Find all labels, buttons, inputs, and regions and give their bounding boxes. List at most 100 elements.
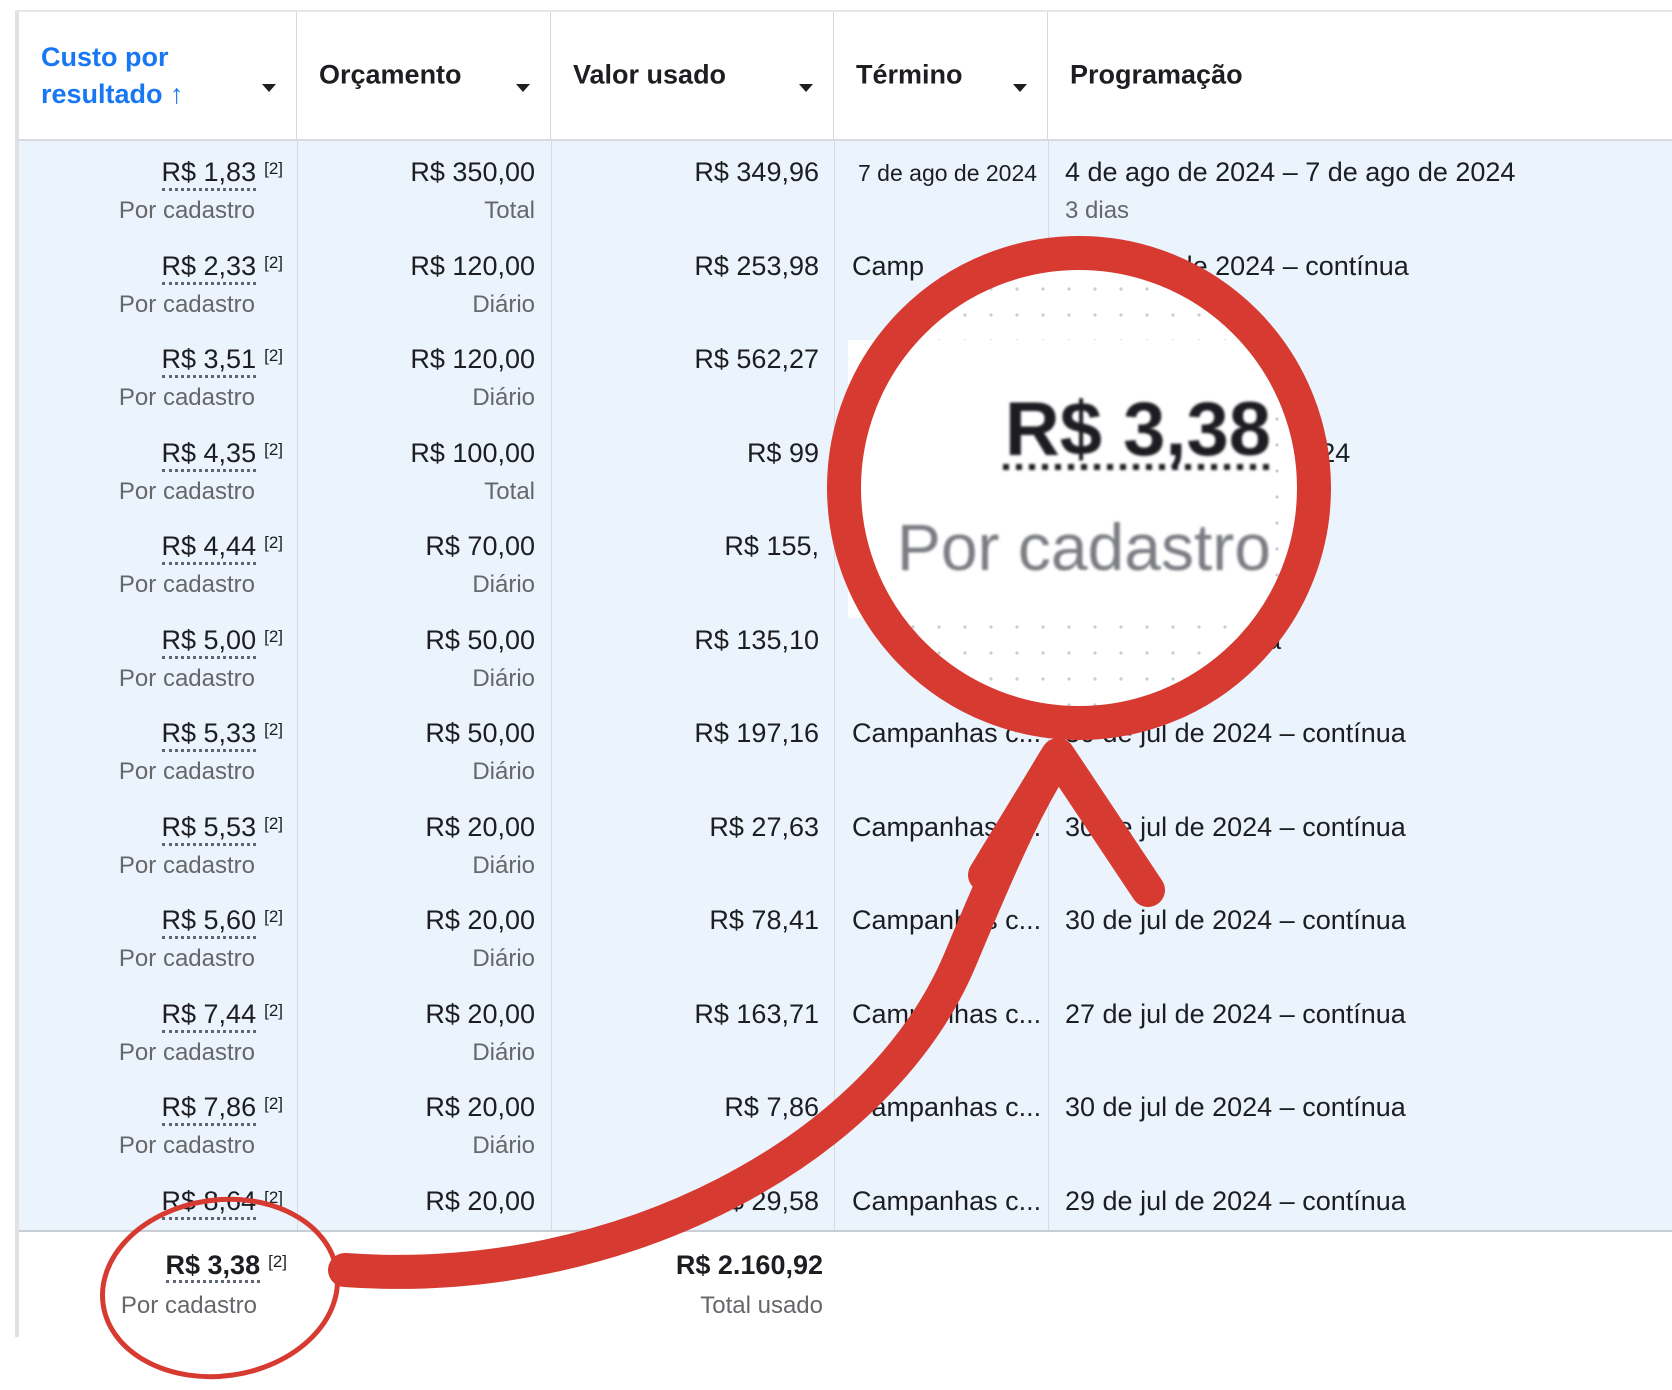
schedule-value: e 2024 – contínua xyxy=(1065,344,1282,374)
budget-type: Diário xyxy=(472,384,535,411)
schedule-cell: e 2024 – contínua xyxy=(1065,328,1665,421)
cost-cell: R$ 3,51 [2] Por cadastro xyxy=(19,328,283,421)
cost-value[interactable]: R$ 5,33 xyxy=(161,718,257,752)
cost-value[interactable]: R$ 4,44 xyxy=(161,531,257,565)
column-header-amount-spent[interactable]: Valor usado xyxy=(551,12,834,139)
budget-type: Diário xyxy=(472,1038,535,1066)
table-row[interactable]: R$ 7,86 [2] Por cadastro R$ 20,00 Diário R$ 7… xyxy=(19,1076,1672,1170)
budget-cell: R$ 50,00 Diário xyxy=(297,702,535,795)
cost-value[interactable]: R$ 2,33 xyxy=(161,250,257,285)
spent-cell: R$ 197,16 xyxy=(551,702,819,795)
cost-cell: R$ 4,35 [2] Por cadastro xyxy=(19,422,283,515)
table-row[interactable]: R$ 5,33 [2] Por cadastro R$ 50,00 Diário R$ 1… xyxy=(19,702,1672,796)
amount-spent: R$ 163,71 xyxy=(694,998,819,1029)
column-header-schedule[interactable]: Programação xyxy=(1048,12,1672,139)
end-cell xyxy=(852,422,1042,515)
cost-per-result[interactable]: R$ 5,53 [2] xyxy=(161,811,283,846)
footnote-marker: [2] xyxy=(264,346,283,365)
table-row[interactable]: R$ 5,00 [2] Por cadastro R$ 50,00 Diário R$ 1… xyxy=(19,609,1672,703)
budget-type: Diário xyxy=(472,1132,535,1159)
cost-value[interactable]: R$ 5,60 xyxy=(161,905,257,939)
column-header-cost-per-result[interactable]: Custo por resultado ↑ xyxy=(19,12,297,139)
cost-value[interactable]: R$ 3,51 xyxy=(161,344,257,378)
column-header-label: Valor usado xyxy=(573,59,727,90)
spent-cell: R$ 78,41 xyxy=(551,889,819,982)
amount-spent: R$ 562,27 xyxy=(694,344,819,374)
column-header-end[interactable]: Término xyxy=(834,12,1048,139)
column-header-budget[interactable]: Orçamento xyxy=(297,12,551,139)
chevron-down-icon[interactable] xyxy=(799,84,813,92)
table-row[interactable]: R$ 4,35 [2] Por cadastro R$ 100,00 Total R$ 9… xyxy=(19,422,1672,516)
budget-type: Diário xyxy=(472,290,535,318)
footnote-marker: [2] xyxy=(264,907,283,926)
cost-per-result[interactable]: R$ 4,35 [2] xyxy=(161,437,283,472)
cost-per-result[interactable]: R$ 3,51 [2] xyxy=(161,344,283,378)
amount-spent: R$ 155, xyxy=(724,531,819,561)
cost-value[interactable]: R$ 7,44 xyxy=(161,998,257,1033)
cost-per-result[interactable]: R$ 2,33 [2] xyxy=(161,250,283,285)
cost-value[interactable]: R$ 8,64 xyxy=(161,1185,257,1220)
cost-per-result[interactable]: R$ 5,60 [2] xyxy=(161,905,283,939)
cost-value[interactable]: R$ 7,86 xyxy=(161,1092,257,1126)
table-row[interactable]: R$ 5,53 [2] Por cadastro R$ 20,00 Diário R$ 2… xyxy=(19,796,1672,890)
cost-cell: R$ 5,00 [2] Por cadastro xyxy=(19,609,283,702)
budget-cell: R$ 70,00 Diário xyxy=(297,515,535,608)
spent-cell: R$ 163,71 xyxy=(551,983,819,1076)
budget-value: R$ 20,00 xyxy=(425,998,535,1029)
budget-value: R$ 350,00 xyxy=(410,157,535,187)
amount-spent: R$ 349,96 xyxy=(694,157,819,187)
budget-type: Diário xyxy=(472,664,535,692)
table-row[interactable]: R$ 4,44 [2] Por cadastro R$ 70,00 Diário R$ 1… xyxy=(19,515,1672,609)
cost-value[interactable]: R$ 5,53 xyxy=(161,811,257,846)
budget-value: R$ 120,00 xyxy=(410,250,535,281)
total-cost-value[interactable]: R$ 3,38 xyxy=(165,1250,261,1283)
cost-per-result[interactable]: R$ 7,44 [2] xyxy=(161,998,283,1033)
cost-sub-label: Por cadastro xyxy=(118,197,255,224)
column-header-label: Programação xyxy=(1070,59,1243,90)
cost-per-result[interactable]: R$ 1,83 [2] xyxy=(161,157,283,191)
footnote-marker: [2] xyxy=(264,813,283,833)
footnote-marker: [2] xyxy=(264,1094,283,1113)
cost-per-result[interactable]: R$ 4,44 [2] xyxy=(161,531,283,565)
chevron-down-icon[interactable] xyxy=(1013,84,1027,92)
column-header-label-line1: Custo por xyxy=(41,42,169,72)
total-spent-sub-label: Total usado xyxy=(700,1292,823,1319)
cost-value[interactable]: R$ 5,00 xyxy=(161,624,257,659)
chevron-down-icon[interactable] xyxy=(262,84,276,92)
budget-type: Diário xyxy=(472,758,535,785)
end-cell: Campanhas c... xyxy=(852,1076,1042,1169)
spent-cell: R$ 349,96 xyxy=(551,141,819,234)
footnote-marker: [2] xyxy=(268,1252,287,1271)
end-value: Camp xyxy=(852,250,925,281)
budget-value: R$ 50,00 xyxy=(425,718,535,748)
budget-cell: R$ 20,00 Diário xyxy=(297,1076,535,1169)
schedule-cell: 30 de jul de 2024 – contínua xyxy=(1065,889,1665,982)
footnote-marker: [2] xyxy=(264,1187,283,1207)
schedule-cell: 30 de jul de 2024 – contínua xyxy=(1065,1076,1665,1169)
cost-per-result[interactable]: R$ 8,64 [2] xyxy=(161,1185,283,1220)
total-cost[interactable]: R$ 3,38 [2] xyxy=(165,1250,287,1283)
table-row[interactable]: R$ 1,83 [2] Por cadastro R$ 350,00 Total R$ 3… xyxy=(19,141,1672,235)
footnote-marker: [2] xyxy=(264,533,283,552)
table-row[interactable]: R$ 7,44 [2] Por cadastro R$ 20,00 Diário R$ 1… xyxy=(19,983,1672,1077)
footnote-marker: [2] xyxy=(264,439,283,459)
total-spent-value: R$ 2.160,92 xyxy=(675,1250,823,1280)
schedule-cell: 4 de ago de 2024 – contínua xyxy=(1065,235,1665,328)
budget-cell: R$ 120,00 Diário xyxy=(297,328,535,421)
cost-value[interactable]: R$ 4,35 xyxy=(161,437,257,472)
cost-value[interactable]: R$ 1,83 xyxy=(161,157,257,191)
cost-sub-label: Por cadastro xyxy=(118,851,255,879)
schedule-cell: 024 – contínua xyxy=(1065,515,1665,608)
cost-cell: R$ 7,86 [2] Por cadastro xyxy=(19,1076,283,1169)
table-row[interactable]: R$ 2,33 [2] Por cadastro R$ 120,00 Diário R$ … xyxy=(19,235,1672,329)
schedule-value: 30 de jul de 2024 – contínua xyxy=(1065,1092,1406,1122)
cost-per-result[interactable]: R$ 7,86 [2] xyxy=(161,1092,283,1126)
budget-value: R$ 20,00 xyxy=(425,1092,535,1122)
schedule-duration: 3 dias xyxy=(1065,197,1130,224)
cost-per-result[interactable]: R$ 5,00 [2] xyxy=(161,624,283,659)
end-cell xyxy=(852,515,1042,608)
chevron-down-icon[interactable] xyxy=(516,84,530,92)
table-row[interactable]: R$ 5,60 [2] Por cadastro R$ 20,00 Diário R$ 7… xyxy=(19,889,1672,983)
cost-per-result[interactable]: R$ 5,33 [2] xyxy=(161,718,283,752)
table-row[interactable]: R$ 3,51 [2] Por cadastro R$ 120,00 Diário R$ … xyxy=(19,328,1672,422)
